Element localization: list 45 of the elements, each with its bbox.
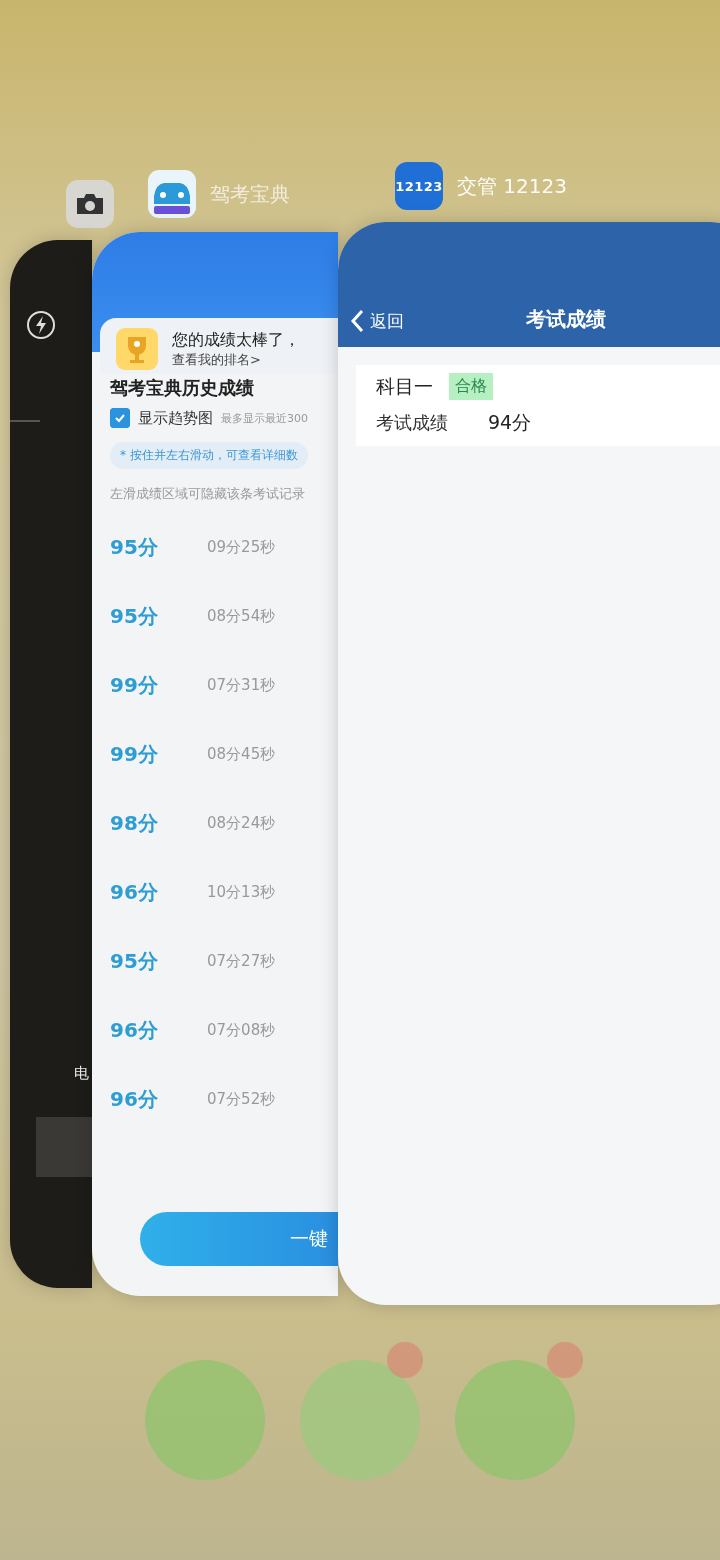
record-duration: 07分27秒 [207, 952, 276, 971]
score-value: 94分 [488, 410, 532, 435]
status-tag: 合格 [449, 373, 493, 400]
swipe-hint: * 按住并左右滑动，可查看详细数 [110, 442, 308, 469]
record-score: 96分 [110, 1017, 159, 1044]
history-heading: 驾考宝典历史成绩 [110, 376, 254, 400]
record-duration: 07分08秒 [207, 1021, 276, 1040]
app-name: 驾考宝典 [210, 180, 290, 208]
app-card[interactable]: 返回 考试成绩 科目一 合格 考试成绩 94分 [338, 222, 720, 1305]
camera-icon[interactable] [66, 180, 114, 228]
flash-icon [26, 310, 56, 340]
checkmark-icon [114, 412, 126, 424]
trend-note: 最多显示最近300 [221, 410, 308, 426]
record-score: 95分 [110, 603, 159, 630]
record-score: 95分 [110, 948, 159, 975]
record-duration: 09分25秒 [207, 538, 276, 557]
record-score: 99分 [110, 741, 159, 768]
record-duration: 08分24秒 [207, 814, 276, 833]
record-score: 98分 [110, 810, 159, 837]
app-name: 交管 12123 [457, 172, 567, 200]
back-button[interactable]: 返回 [350, 309, 404, 333]
record-score: 95分 [110, 534, 159, 561]
app-card[interactable]: 您的成绩太棒了， 查看我的排名> 驾考宝典历史成绩 显示趋势图 最多显示最近300 * 按住并左右滑动，可查看详细数 左滑成绩区域可隐藏该条考试记录 95分 09分25秒 95分 08分54秒 99分 07分31秒 99分 08分45秒 98分 08分24秒 96分 10分13秒 95分 07分27秒 96分 07分08秒 96分 07分52秒 一键 [92, 232, 338, 1296]
hide-note: 左滑成绩区域可隐藏该条考试记录 [110, 485, 306, 503]
app-icon[interactable]: 12123 [395, 162, 443, 210]
record-score: 96分 [110, 879, 159, 906]
shutter-panel [36, 1117, 92, 1177]
page-title: 考试成绩 [526, 306, 606, 333]
score-label: 考试成绩 [376, 411, 448, 435]
camera-card[interactable]: 电 [10, 240, 92, 1288]
record-score: 96分 [110, 1086, 159, 1113]
record-duration: 07分31秒 [207, 676, 276, 695]
trophy-icon [116, 328, 158, 370]
record-duration: 08分45秒 [207, 745, 276, 764]
chevron-left-icon [350, 309, 364, 333]
record-duration: 07分52秒 [207, 1090, 276, 1109]
camera-mode-label[interactable]: 电 [74, 1064, 89, 1083]
banner-title: 您的成绩太棒了， [172, 329, 300, 351]
record-score: 99分 [110, 672, 159, 699]
record-duration: 08分54秒 [207, 607, 276, 626]
trend-label: 显示趋势图 [138, 408, 213, 428]
record-duration: 10分13秒 [207, 883, 276, 902]
subject-label: 科目一 [376, 373, 433, 399]
trend-checkbox[interactable] [110, 408, 130, 428]
ranking-link[interactable]: 查看我的排名> [172, 350, 300, 369]
